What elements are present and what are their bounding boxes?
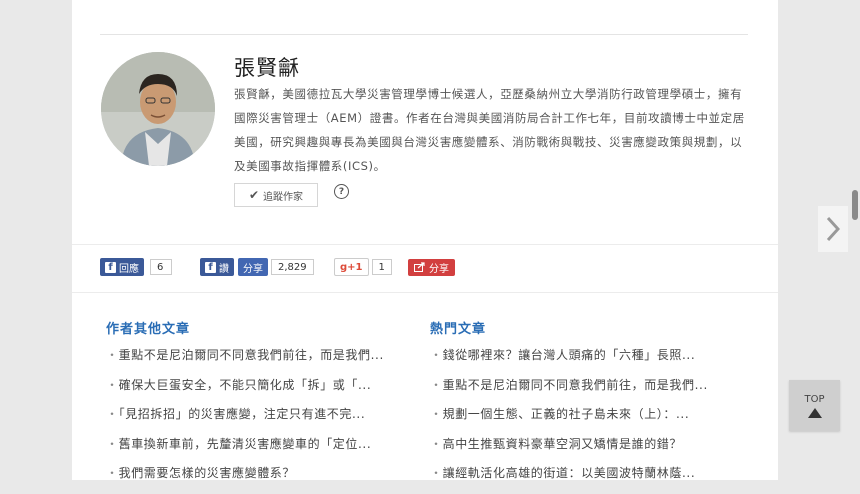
gplus-icon: g [340,261,348,273]
share-label: 分享 [429,263,449,275]
share-icon [414,262,425,272]
author-name[interactable]: 張賢龢 [234,52,300,82]
fb-share-count: 2,829 [271,259,314,275]
check-icon: ✔ [248,188,260,202]
divider [100,34,748,35]
gplus-button[interactable]: g +1 [334,258,369,276]
divider [72,292,778,293]
list-item[interactable]: 重點不是尼泊爾同不同意我們前往，而是我們... [106,346,406,376]
help-icon[interactable]: ? [334,184,349,199]
list-item[interactable]: 錢從哪裡來？讓台灣人頭痛的「六種」長照... [430,346,730,376]
other-articles-list: 重點不是尼泊爾同不同意我們前往，而是我們... 確保大巨蛋安全，不能只簡化成「拆… [106,346,406,494]
list-item[interactable]: 確保大巨蛋安全，不能只簡化成「拆」或「... [106,376,406,406]
fb-comment-widget: f 回應 6 [100,258,172,276]
gplus-widget: g +1 1 [334,258,392,276]
fb-share-button[interactable]: 分享 [238,258,268,276]
author-avatar[interactable] [101,52,215,166]
fb-comment-count: 6 [150,259,172,275]
facebook-icon: f [205,261,216,273]
list-item[interactable]: 我們需要怎樣的災害應變體系？ [106,464,406,494]
top-label: TOP [804,393,825,405]
article-card: 張賢龢 張賢龢，美國德拉瓦大學災害管理學博士候選人，亞歷桑納州立大學消防行政管理… [72,0,778,480]
gplus-label: +1 [347,261,363,273]
hot-articles-title: 熱門文章 [430,322,487,337]
list-item[interactable]: 重點不是尼泊爾同不同意我們前往，而是我們... [430,376,730,406]
back-to-top-button[interactable]: TOP [789,380,840,431]
list-item[interactable]: 讓經軌活化高雄的街道：以美國波特蘭林蔭... [430,464,730,494]
fb-like-widget: f 讚 分享 2,829 [200,258,314,276]
list-item[interactable]: 「見招拆招」的災害應變，注定只有進不完... [106,405,406,435]
list-item[interactable]: 高中生推甄資料豪華空洞又矯情是誰的錯？ [430,435,730,465]
author-bio: 張賢龢，美國德拉瓦大學災害管理學博士候選人，亞歷桑納州立大學消防行政管理學碩士，… [234,87,745,173]
hot-articles-list: 錢從哪裡來？讓台灣人頭痛的「六種」長照... 重點不是尼泊爾同不同意我們前往，而… [430,346,730,494]
fb-comment-label: 回應 [119,263,139,275]
share-button[interactable]: 分享 [408,258,455,276]
list-item[interactable]: 規劃一個生態、正義的社子島未來（上）：... [430,405,730,435]
follow-label: 追蹤作家 [263,191,304,203]
scrollbar-thumb[interactable] [852,190,858,220]
next-article-button[interactable] [818,206,848,252]
fb-comment-button[interactable]: f 回應 [100,258,144,276]
arrow-up-icon [807,407,822,418]
fb-like-button[interactable]: f 讚 [200,258,234,276]
follow-author-button[interactable]: ✔ 追蹤作家 [234,183,318,207]
avatar-photo [101,52,215,166]
list-item[interactable]: 舊車換新車前，先釐清災害應變車的「定位... [106,435,406,465]
fb-like-label: 讚 [219,263,229,275]
facebook-icon: f [105,261,116,273]
chevron-right-icon [826,216,840,242]
other-articles-title: 作者其他文章 [106,322,191,337]
divider [72,244,778,245]
gplus-count: 1 [371,259,392,275]
share-widget: 分享 [408,258,455,276]
